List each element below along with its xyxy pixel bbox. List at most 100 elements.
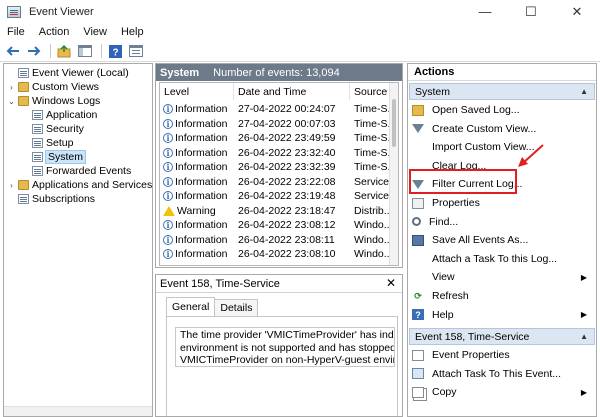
scrollbar-thumb[interactable] xyxy=(392,99,396,147)
tree-item-label: Event Viewer (Local) xyxy=(32,67,129,79)
tab-general[interactable]: General xyxy=(166,297,216,316)
table-row[interactable]: iInformation 27-04-2022 00:07:03 Time-S... xyxy=(160,117,391,132)
close-icon[interactable]: ✕ xyxy=(386,276,396,290)
menu-view[interactable]: View xyxy=(76,26,114,38)
chevron-right-icon[interactable]: › xyxy=(7,83,16,92)
tree-item-application[interactable]: Application xyxy=(30,108,97,122)
tree-item-label: System xyxy=(44,150,87,164)
log-icon xyxy=(18,194,29,204)
folder-icon xyxy=(18,180,29,190)
table-row[interactable]: i Information 26-04-2022 23:08:10 Windo... xyxy=(160,247,391,262)
forward-arrow-icon[interactable] xyxy=(25,43,43,59)
action-event-properties[interactable]: Event Properties xyxy=(409,346,595,364)
column-header-source[interactable]: Source xyxy=(350,83,391,100)
column-header-date-time[interactable]: Date and Time xyxy=(234,83,350,100)
tree-item-subscriptions[interactable]: Subscriptions xyxy=(16,192,95,206)
actions-pane: Actions System ▲ Open Saved Log... Create… xyxy=(407,63,597,417)
tree-item-setup[interactable]: Setup xyxy=(30,136,73,150)
tree-item-label: Forwarded Events xyxy=(46,165,132,177)
action-label: Copy xyxy=(432,386,457,399)
tree-item-system[interactable]: System xyxy=(30,150,87,164)
maximize-button[interactable]: ☐ xyxy=(508,0,554,23)
action-save-all-events-as[interactable]: Save All Events As... xyxy=(409,231,595,249)
table-row[interactable]: iInformation 26-04-2022 23:32:40 Time-S... xyxy=(160,146,391,161)
title-bar: Event Viewer — ☐ ✕ xyxy=(0,0,600,23)
cell-source: Windo... xyxy=(354,233,391,246)
cell-level: i Information xyxy=(163,118,233,130)
tree-item-windows-logs[interactable]: ⌄ Windows Logs xyxy=(7,94,100,108)
event-detail-header: Event 158, Time-Service ✕ xyxy=(156,275,402,293)
save-icon xyxy=(412,234,424,246)
minimize-button[interactable]: — xyxy=(462,0,508,23)
event-description[interactable]: The time provider 'VMICTimeProvider' has… xyxy=(175,327,395,367)
menu-file[interactable]: File xyxy=(0,26,32,38)
cell-source: Time-S... xyxy=(354,117,391,130)
action-help[interactable]: ? Help ▶ xyxy=(409,306,595,324)
level-text: Information xyxy=(175,190,228,203)
help-icon[interactable]: ? xyxy=(106,43,124,59)
actions-section-event[interactable]: Event 158, Time-Service ▲ xyxy=(409,328,595,345)
table-row[interactable]: i Information 26-04-2022 23:08:11 Windo... xyxy=(160,233,391,248)
cell-level: i Information xyxy=(163,176,233,188)
table-row[interactable]: iInformation 26-04-2022 23:19:48 Service..… xyxy=(160,189,391,204)
level-text: Information xyxy=(175,132,228,145)
cell-date-time: 26-04-2022 23:49:59 xyxy=(238,132,336,145)
table-row[interactable]: iInformation 26-04-2022 23:32:39 Time-S... xyxy=(160,160,391,175)
log-icon xyxy=(32,152,43,162)
back-arrow-icon[interactable] xyxy=(4,43,22,59)
log-icon xyxy=(32,138,43,148)
vertical-scrollbar[interactable] xyxy=(389,83,398,265)
collapse-up-icon[interactable]: ▲ xyxy=(580,332,588,341)
horizontal-scrollbar[interactable] xyxy=(4,406,152,416)
action-view[interactable]: View ▶ xyxy=(409,268,595,286)
action-label: Properties xyxy=(432,197,480,209)
table-row[interactable]: iInformation 27-04-2022 00:24:07 Time-S... xyxy=(160,102,391,117)
action-properties[interactable]: Properties xyxy=(409,194,595,212)
cell-date-time: 26-04-2022 23:22:08 xyxy=(238,175,336,188)
information-icon: i xyxy=(163,249,173,260)
tree-item-event-viewer-local[interactable]: Event Viewer (Local) xyxy=(7,66,129,80)
table-row[interactable]: iInformation 26-04-2022 23:49:59 Time-S... xyxy=(160,131,391,146)
show-hide-tree-icon[interactable] xyxy=(76,43,94,59)
properties-icon[interactable] xyxy=(127,43,145,59)
action-open-saved-log[interactable]: Open Saved Log... xyxy=(409,101,595,119)
section-label: Event 158, Time-Service xyxy=(415,330,530,343)
blank-icon xyxy=(412,253,424,264)
actions-section-system[interactable]: System ▲ xyxy=(409,83,595,100)
action-import-custom-view[interactable]: Import Custom View... xyxy=(409,138,595,156)
action-copy[interactable]: Copy ▶ xyxy=(409,383,595,401)
action-find[interactable]: Find... xyxy=(409,213,595,231)
tree-item-forwarded-events[interactable]: Forwarded Events xyxy=(30,164,131,178)
information-icon: i xyxy=(163,234,173,245)
level-text: Warning xyxy=(177,204,216,217)
tree-item-custom-views[interactable]: › Custom Views xyxy=(7,80,99,94)
tree-item-label: Subscriptions xyxy=(32,193,96,205)
cell-date-time: 26-04-2022 23:32:39 xyxy=(238,161,336,174)
toolbar-separator xyxy=(50,44,51,58)
events-grid: Level Date and Time Source i Information 2… xyxy=(159,82,399,266)
table-row[interactable]: iInformation 26-04-2022 23:22:08 Service..… xyxy=(160,175,391,190)
level-text: Information xyxy=(175,175,228,188)
cell-source: Windo... xyxy=(354,248,391,261)
action-label: View xyxy=(432,271,455,284)
collapse-up-icon[interactable]: ▲ xyxy=(580,87,588,96)
folder-icon xyxy=(18,96,29,106)
table-row[interactable]: Warning 26-04-2022 23:18:47 Distrib... xyxy=(160,204,391,219)
action-attach-a-task-to-this-log[interactable]: Attach a Task To this Log... xyxy=(409,250,595,268)
up-folder-icon[interactable] xyxy=(55,43,73,59)
action-create-custom-view[interactable]: Create Custom View... xyxy=(409,120,595,138)
column-header-level[interactable]: Level xyxy=(160,83,234,100)
table-row[interactable]: i Information 26-04-2022 23:08:12 Windo... xyxy=(160,218,391,233)
action-label: Save All Events As... xyxy=(432,234,529,247)
chevron-down-icon[interactable]: ⌄ xyxy=(7,97,16,106)
chevron-right-icon[interactable]: › xyxy=(7,181,16,190)
close-button[interactable]: ✕ xyxy=(554,0,600,23)
tree-item-applications-and-services[interactable]: › Applications and Services Lo xyxy=(7,178,167,192)
action-refresh[interactable]: ⟳ Refresh xyxy=(409,287,595,305)
menu-action[interactable]: Action xyxy=(32,26,77,38)
tab-details[interactable]: Details xyxy=(214,299,259,316)
menu-help[interactable]: Help xyxy=(114,26,151,38)
tree-item-security[interactable]: Security xyxy=(30,122,84,136)
cell-date-time: 26-04-2022 23:18:47 xyxy=(238,204,336,217)
action-attach-task-to-this-event[interactable]: Attach Task To This Event... xyxy=(409,365,595,383)
